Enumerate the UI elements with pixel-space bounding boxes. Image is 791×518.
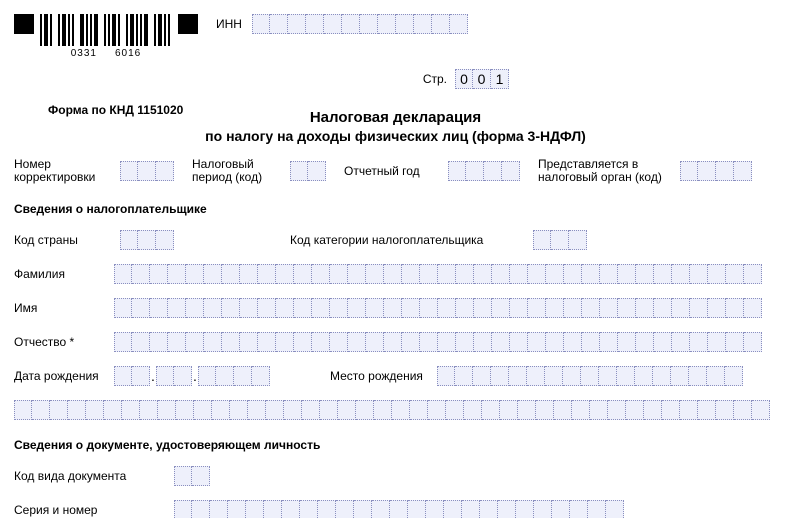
doc-series-label: Серия и номер xyxy=(14,504,174,517)
tax-form-page: { "barcode_label_left": "0331", "barcode… xyxy=(0,0,791,518)
country-code-label: Код страны xyxy=(14,234,102,247)
patronymic-row: Отчество * xyxy=(14,332,777,352)
pob-field-2[interactable] xyxy=(14,400,770,420)
page-number-row: Стр. 001 xyxy=(14,69,517,89)
doc-type-field[interactable] xyxy=(174,466,210,486)
doc-series-field[interactable] xyxy=(174,500,624,518)
name-label: Имя xyxy=(14,302,114,315)
country-row: Код страны Код категории налогоплательщи… xyxy=(14,230,777,250)
correction-field[interactable] xyxy=(120,161,174,181)
barcode-label-right: 6016 xyxy=(115,48,141,59)
barcode-label: 0331 6016 xyxy=(71,48,142,59)
surname-label: Фамилия xyxy=(14,268,114,281)
submitted-to-label: Представляется в налоговый орган (код) xyxy=(538,158,662,184)
dob-day-field[interactable] xyxy=(114,366,150,386)
pob-field[interactable] xyxy=(437,366,743,386)
black-square-right xyxy=(178,14,198,34)
country-code-field[interactable] xyxy=(120,230,174,250)
section-taxpayer: Сведения о налогоплательщике xyxy=(14,202,777,216)
header-row: 0331 6016 ИНН xyxy=(14,14,777,59)
name-row: Имя xyxy=(14,298,777,318)
section-document: Сведения о документе, удостоверяющем лич… xyxy=(14,438,777,452)
title-line2: по налогу на доходы физических лиц (форм… xyxy=(14,128,777,144)
dob-month-field[interactable] xyxy=(156,366,192,386)
black-square-left xyxy=(14,14,34,34)
dob-label: Дата рождения xyxy=(14,370,114,383)
barcode-label-left: 0331 xyxy=(71,48,97,59)
name-field[interactable] xyxy=(114,298,762,318)
surname-row: Фамилия xyxy=(14,264,777,284)
meta-row: Номер корректировки Налоговый период (ко… xyxy=(14,158,777,184)
barcode xyxy=(40,14,172,46)
pob-row2 xyxy=(14,400,777,420)
tax-period-field[interactable] xyxy=(290,161,326,181)
doc-type-row: Код вида документа xyxy=(14,466,777,486)
barcode-block: 0331 6016 xyxy=(40,14,172,59)
page-label: Стр. xyxy=(423,73,447,86)
taxpayer-category-field[interactable] xyxy=(533,230,587,250)
patronymic-field[interactable] xyxy=(114,332,762,352)
patronymic-label: Отчество * xyxy=(14,336,114,349)
taxpayer-category-label: Код категории налогоплательщика xyxy=(290,234,483,247)
inn-label: ИНН xyxy=(216,18,242,31)
correction-label: Номер корректировки xyxy=(14,158,102,184)
inn-field[interactable] xyxy=(252,14,468,34)
page-number-field: 001 xyxy=(455,69,509,89)
doc-type-label: Код вида документа xyxy=(14,470,174,483)
report-year-label: Отчетный год xyxy=(344,165,430,178)
report-year-field[interactable] xyxy=(448,161,520,181)
doc-series-row: Серия и номер xyxy=(14,500,777,518)
surname-field[interactable] xyxy=(114,264,762,284)
dob-row: Дата рождения . . Место рождения xyxy=(14,366,777,386)
tax-period-label: Налоговый период (код) xyxy=(192,158,272,184)
submitted-to-field[interactable] xyxy=(680,161,752,181)
dob-year-field[interactable] xyxy=(198,366,270,386)
inn-wrap: ИНН xyxy=(216,14,468,34)
pob-label: Место рождения xyxy=(330,370,423,383)
